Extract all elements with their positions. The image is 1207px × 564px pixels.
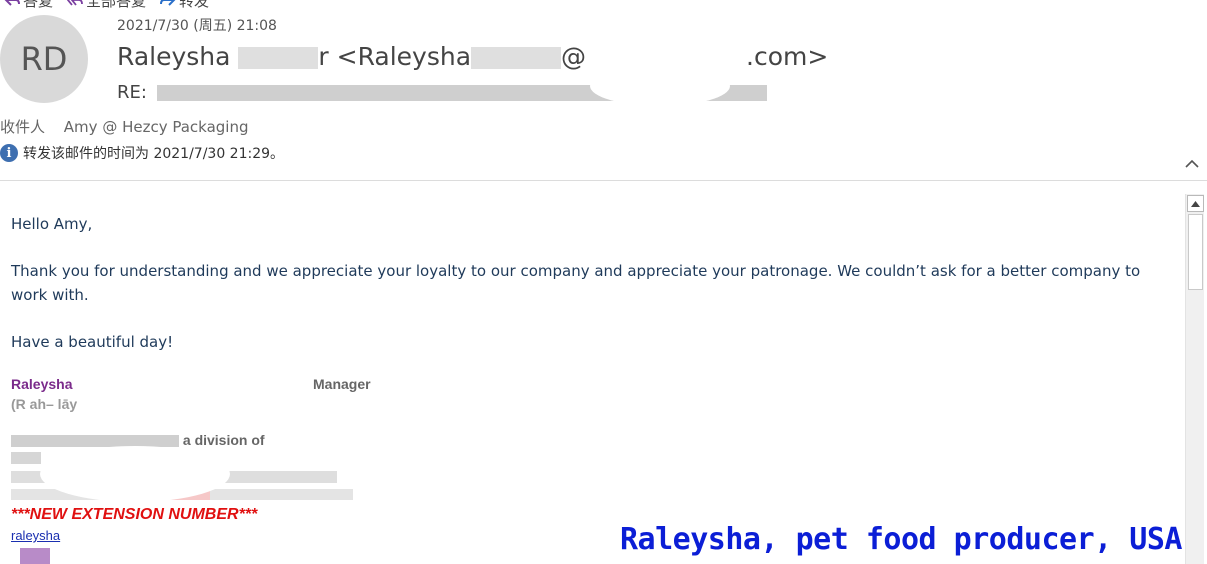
info-icon: i <box>0 144 18 162</box>
closing-line: Have a beautiful day! <box>11 333 174 351</box>
signature-title: Manager <box>313 376 371 392</box>
reply-all-button[interactable]: 全部答复 <box>67 0 147 10</box>
recipient-label: 收件人 <box>0 118 46 136</box>
reply-button[interactable]: 答复 <box>4 0 54 10</box>
redaction-white-blob <box>590 66 730 106</box>
redaction-blur <box>11 452 41 464</box>
redaction-white-blob <box>40 446 230 502</box>
forward-info: i 转发该邮件的时间为 2021/7/30 21:29。 <box>0 143 284 163</box>
scroll-up-icon <box>1191 200 1200 207</box>
reply-all-icon <box>67 0 83 6</box>
overlay-caption: Raleysha, pet food producer, USA <box>620 522 1182 557</box>
forward-info-text: 转发该邮件的时间为 2021/7/30 21:29。 <box>23 146 285 162</box>
subject-prefix: RE: <box>117 82 147 103</box>
avatar-initials: RD <box>20 40 68 78</box>
redaction-blur <box>238 47 319 69</box>
sender-email-open: <Raleysha <box>336 42 472 71</box>
redaction-blur <box>471 47 562 69</box>
avatar[interactable]: RD <box>0 15 88 103</box>
scrollbar[interactable] <box>1185 194 1204 564</box>
recipient-name[interactable]: Amy @ Hezcy Packaging <box>64 118 249 136</box>
header-divider <box>0 180 1207 181</box>
collapse-button[interactable] <box>1185 153 1199 172</box>
signature-email-link[interactable]: raleysha <box>11 528 60 543</box>
reply-all-label: 全部答复 <box>86 0 147 10</box>
body-paragraph: Thank you for understanding and we appre… <box>11 262 1141 304</box>
collapse-icon <box>1185 159 1199 168</box>
forward-button[interactable]: 转发 <box>160 0 210 10</box>
reply-icon <box>4 0 20 6</box>
action-bar: 答复 全部答复 转发 <box>4 0 210 10</box>
forward-icon <box>160 0 176 6</box>
sender[interactable]: Raleysha r <Raleysha @ .com> <box>117 42 828 71</box>
sent-date: 2021/7/30 (周五) 21:08 <box>117 18 277 34</box>
reply-label: 答复 <box>23 0 54 10</box>
recipient-row: 收件人 Amy @ Hezcy Packaging <box>0 116 249 137</box>
redaction-blur <box>11 435 179 448</box>
sender-email-tail: .com> <box>746 42 829 71</box>
signature-division-text: a division of <box>182 432 265 448</box>
signature-pronunciation: (R ah– lāy <box>11 396 78 412</box>
redaction-white-blob <box>70 520 220 564</box>
scroll-up-button[interactable] <box>1187 195 1204 212</box>
sender-last-tail: r <box>318 42 329 71</box>
forward-label: 转发 <box>179 0 210 10</box>
signature-name: Raleysha <box>11 376 73 392</box>
redaction-blur <box>20 548 50 564</box>
greeting: Hello Amy, <box>11 215 93 233</box>
sender-first-name: Raleysha <box>117 42 231 71</box>
scrollbar-thumb[interactable] <box>1188 214 1203 290</box>
sender-email-at: @ <box>561 42 587 71</box>
